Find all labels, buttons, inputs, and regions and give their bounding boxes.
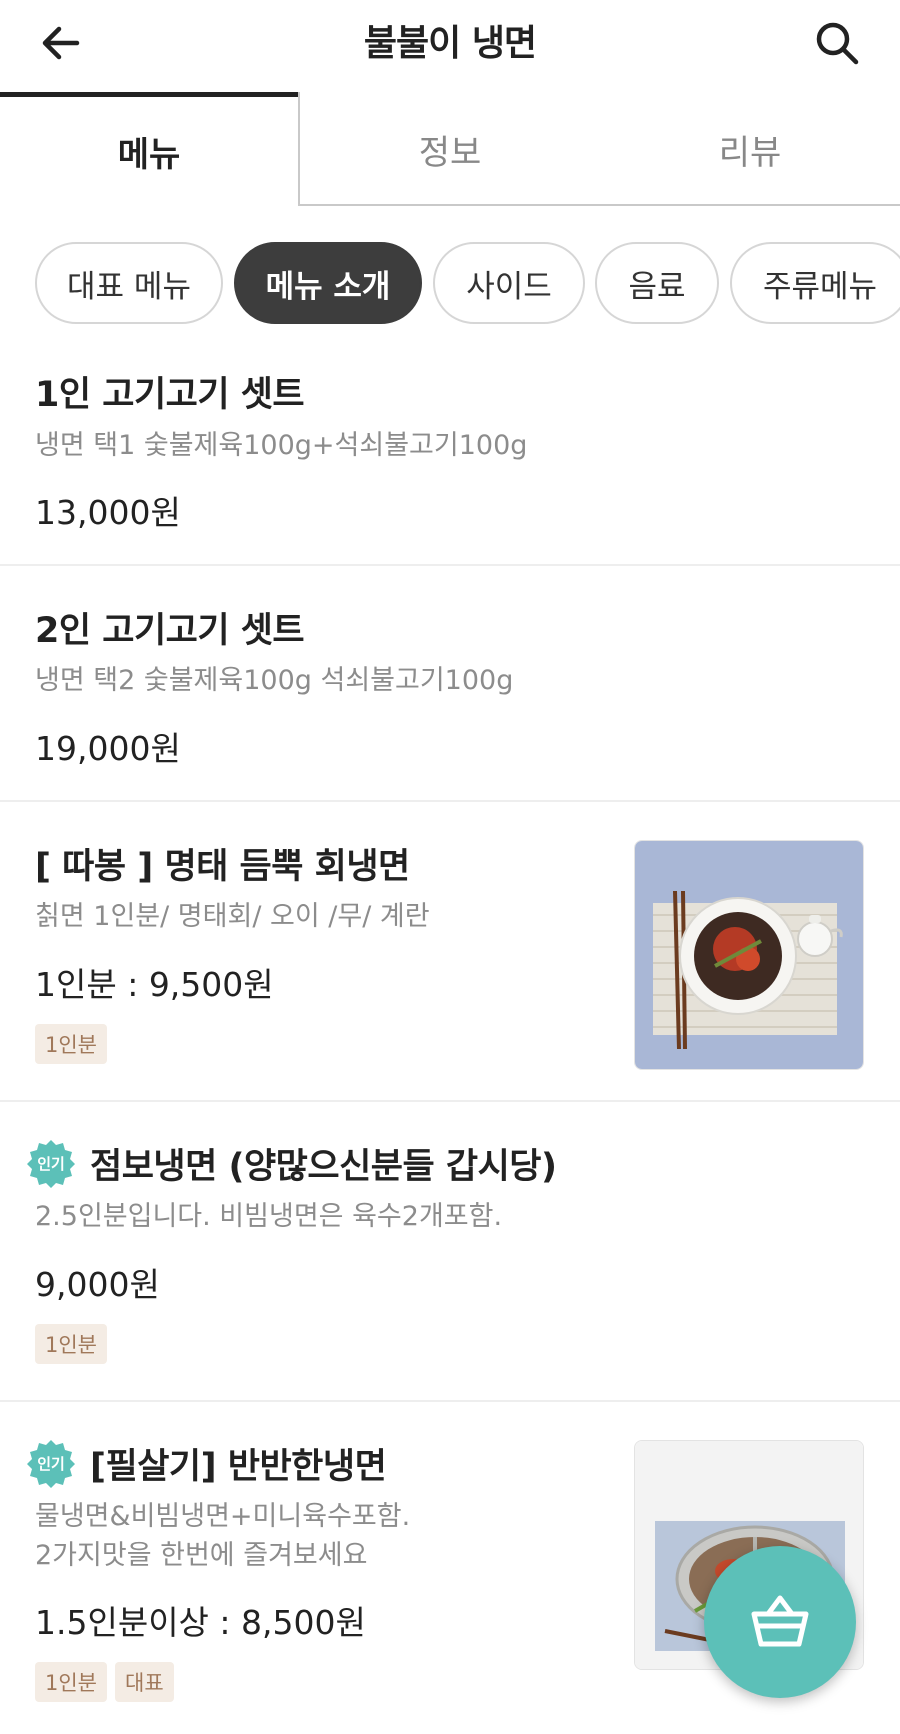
menu-item-desc: 물냉면&비빔냉면+미니육수포함. xyxy=(35,1501,411,1532)
menu-item-price: 1인분 : 9,500원 xyxy=(35,965,274,1004)
chip-menu-intro[interactable]: 메뉴 소개 xyxy=(234,242,422,324)
portion-tag: 1인분 xyxy=(35,1024,108,1064)
popular-badge-label: 인기 xyxy=(37,1155,65,1173)
menu-item-name: 점보냉면 (양많으신분들 갑시당) xyxy=(90,1147,557,1187)
menu-item[interactable]: 2인 고기고기 셋트 냉면 택2 숯불제육100g 석쇠불고기100g 19,0… xyxy=(0,566,900,802)
menu-item-name: 2인 고기고기 셋트 xyxy=(35,611,305,651)
menu-item-desc: 냉면 택2 숯불제육100g 석쇠불고기100g xyxy=(35,665,514,696)
menu-item-price: 19,000원 xyxy=(35,729,181,768)
portion-tag: 1인분 xyxy=(35,1662,108,1702)
portion-tag: 1인분 xyxy=(35,1324,108,1364)
tab-menu[interactable]: 메뉴 xyxy=(0,92,298,206)
search-button[interactable] xyxy=(810,16,864,70)
menu-item[interactable]: [ 따봉 ] 명태 듬뿍 회냉면 칡면 1인분/ 명태회/ 오이 /무/ 계란 … xyxy=(0,802,900,1102)
chip-alcohol[interactable]: 주류메뉴 xyxy=(730,242,900,324)
menu-item-name: [필살기] 반반한냉면 xyxy=(90,1447,387,1487)
popular-badge-label: 인기 xyxy=(37,1455,65,1473)
menu-item-desc: 칡면 1인분/ 명태회/ 오이 /무/ 계란 xyxy=(35,901,430,932)
store-tabs: 메뉴 정보 리뷰 xyxy=(0,92,900,206)
tab-reviews[interactable]: 리뷰 xyxy=(600,92,900,206)
popular-badge-icon: 인기 xyxy=(27,1440,75,1488)
menu-item[interactable]: 인기 점보냉면 (양많으신분들 갑시당) 2.5인분입니다. 비빔냉면은 육수2… xyxy=(0,1102,900,1402)
bibim-naengmyeon-photo xyxy=(634,840,864,1070)
chip-side[interactable]: 사이드 xyxy=(433,242,585,324)
signature-tag: 대표 xyxy=(115,1662,174,1702)
menu-item-price: 9,000원 xyxy=(35,1265,160,1304)
cart-button[interactable] xyxy=(704,1546,856,1698)
menu-item-price: 1.5인분이상 : 8,500원 xyxy=(35,1603,366,1642)
app-header: 불불이 냉면 xyxy=(0,0,900,92)
category-chips: 대표 메뉴 메뉴 소개 사이드 음료 주류메뉴 xyxy=(0,238,900,324)
menu-item[interactable]: 1인 고기고기 셋트 냉면 택1 숯불제육100g+석쇠불고기100g 13,0… xyxy=(0,346,900,566)
search-icon xyxy=(816,22,859,65)
chip-drinks[interactable]: 음료 xyxy=(595,242,719,324)
shopping-basket-icon xyxy=(751,1595,809,1647)
menu-item-desc: 냉면 택1 숯불제육100g+석쇠불고기100g xyxy=(35,430,528,461)
tab-info[interactable]: 정보 xyxy=(300,92,600,206)
menu-item-desc: 2.5인분입니다. 비빔냉면은 육수2개포함. xyxy=(35,1201,503,1232)
popular-badge-icon: 인기 xyxy=(27,1140,75,1188)
chip-signature-menu[interactable]: 대표 메뉴 xyxy=(35,242,223,324)
page-title: 불불이 냉면 xyxy=(363,23,537,64)
menu-item-desc: 2가지맛을 한번에 즐겨보세요 xyxy=(35,1540,368,1571)
menu-item-name: 1인 고기고기 셋트 xyxy=(35,375,305,415)
menu-item-price: 13,000원 xyxy=(35,493,181,532)
menu-item-name: [ 따봉 ] 명태 듬뿍 회냉면 xyxy=(35,847,410,887)
